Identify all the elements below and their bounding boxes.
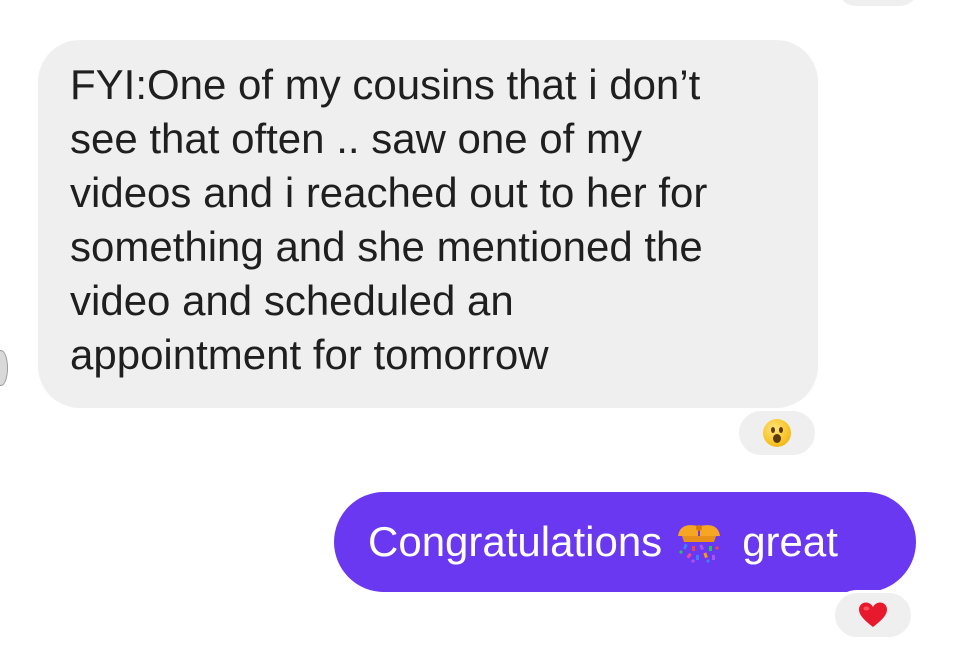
incoming-message-reaction[interactable] xyxy=(736,408,818,458)
previous-message-bubble[interactable] xyxy=(838,0,918,6)
incoming-message-bubble[interactable]: FYI:One of my cousins that i don’t see t… xyxy=(38,40,818,408)
red-heart-icon xyxy=(859,602,887,627)
outgoing-message-text-end: great xyxy=(742,518,838,565)
confetti-ball-icon xyxy=(678,525,721,563)
outgoing-message-reaction[interactable] xyxy=(832,590,914,640)
astonished-face-icon xyxy=(763,419,791,447)
incoming-message-text: FYI:One of my cousins that i don’t see t… xyxy=(70,61,708,378)
outgoing-message-bubble[interactable]: Congratulations great xyxy=(334,492,916,592)
outgoing-message-text-start: Congratulations xyxy=(368,518,663,565)
sender-avatar[interactable] xyxy=(0,350,8,386)
